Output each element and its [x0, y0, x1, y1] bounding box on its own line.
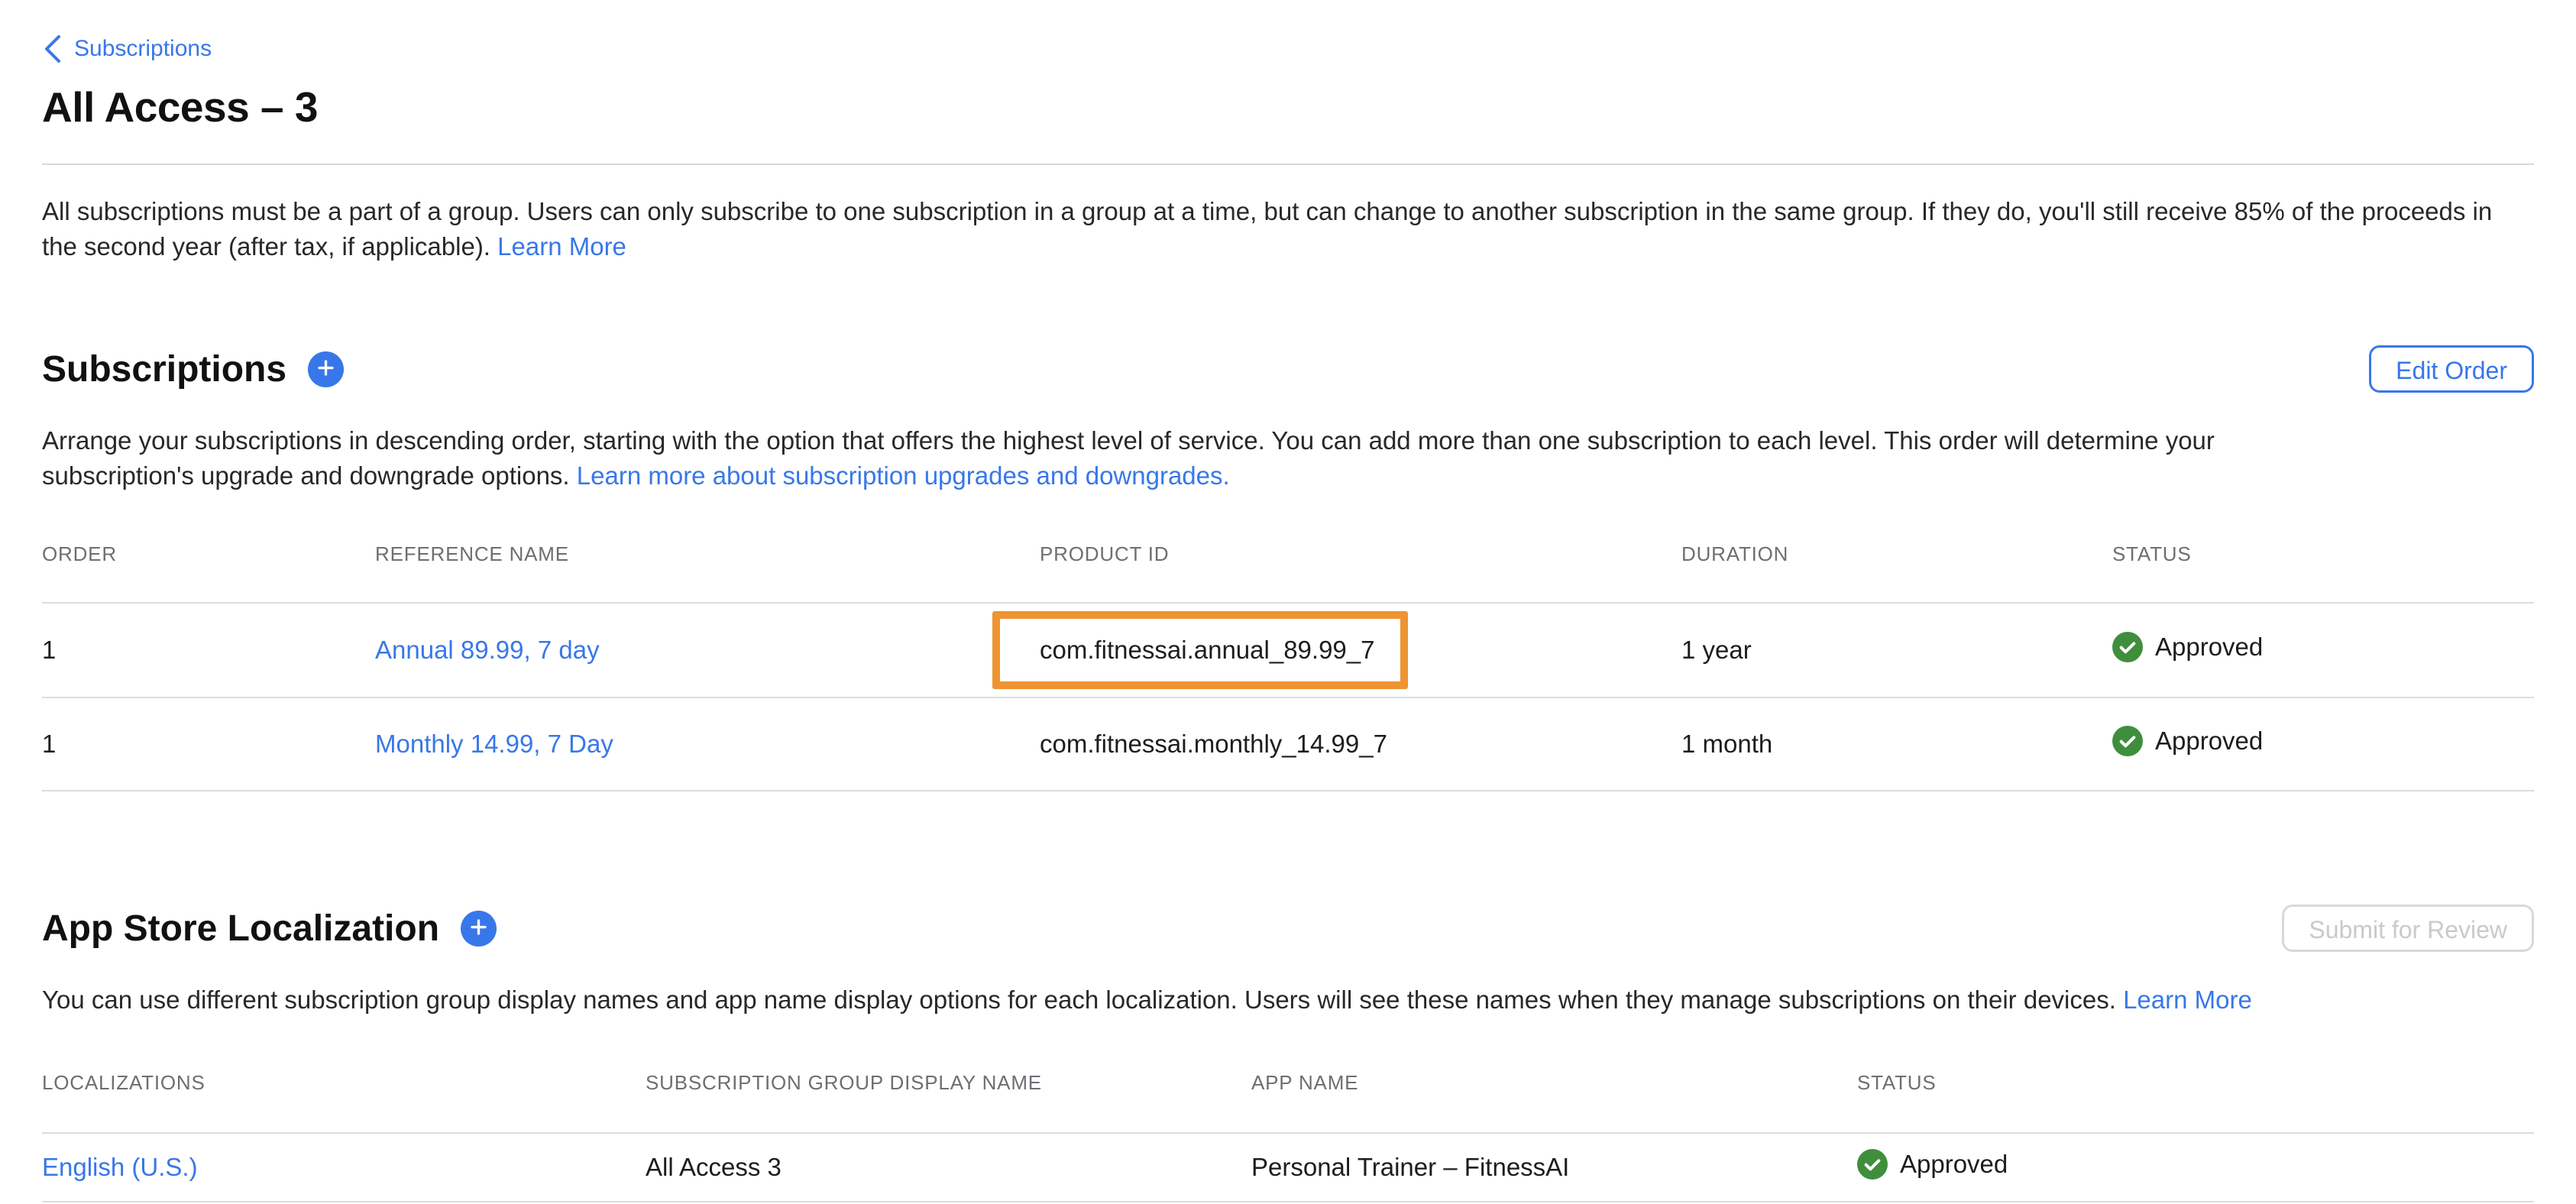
submit-for-review-button[interactable]: Submit for Review — [2282, 905, 2534, 952]
subscriptions-section-header: Subscriptions Edit Order — [42, 345, 2534, 393]
status-label: Approved — [2155, 727, 2263, 756]
plus-icon — [316, 358, 336, 380]
display-name-cell: All Access 3 — [646, 1153, 1251, 1182]
app-name-cell: Personal Trainer – FitnessAI — [1251, 1153, 1857, 1182]
intro-text: All subscriptions must be a part of a gr… — [42, 197, 2492, 261]
duration-cell: 1 month — [1681, 730, 2112, 759]
status-cell: Approved — [2112, 632, 2534, 668]
plus-icon — [468, 917, 489, 940]
subscriptions-table: ORDER REFERENCE NAME PRODUCT ID DURATION… — [42, 542, 2534, 791]
status-cell: Approved — [1857, 1149, 2534, 1186]
column-header-display-name: SUBSCRIPTION GROUP DISPLAY NAME — [646, 1071, 1251, 1095]
subscriptions-heading: Subscriptions — [42, 348, 286, 390]
column-header-status: STATUS — [2112, 542, 2534, 566]
approved-check-icon — [2112, 726, 2143, 756]
status-label: Approved — [2155, 633, 2263, 662]
reference-name-link[interactable]: Monthly 14.99, 7 Day — [375, 730, 613, 758]
product-id-highlight-box: com.fitnessai.annual_89.99_7 — [992, 611, 1408, 689]
status-badge: Approved — [2112, 726, 2263, 756]
reference-name-cell: Monthly 14.99, 7 Day — [375, 730, 1040, 759]
localization-cell: English (U.S.) — [42, 1153, 646, 1182]
status-cell: Approved — [2112, 726, 2534, 762]
edit-order-button[interactable]: Edit Order — [2369, 345, 2534, 393]
localization-table: LOCALIZATIONS SUBSCRIPTION GROUP DISPLAY… — [42, 1071, 2534, 1202]
status-badge: Approved — [2112, 632, 2263, 662]
localization-learn-more-link[interactable]: Learn More — [2123, 986, 2252, 1014]
breadcrumb-subscriptions-link[interactable]: Subscriptions — [74, 36, 212, 62]
localization-table-header: LOCALIZATIONS SUBSCRIPTION GROUP DISPLAY… — [42, 1071, 2534, 1132]
table-row: 1 Annual 89.99, 7 day com.fitnessai.annu… — [42, 602, 2534, 697]
duration-cell: 1 year — [1681, 636, 2112, 665]
subscription-group-page: Subscriptions All Access – 3 All subscri… — [0, 34, 2576, 1202]
localization-heading: App Store Localization — [42, 908, 439, 950]
column-header-duration: DURATION — [1681, 542, 2112, 566]
column-header-localizations: LOCALIZATIONS — [42, 1071, 646, 1095]
table-row: 1 Monthly 14.99, 7 Day com.fitnessai.mon… — [42, 697, 2534, 791]
approved-check-icon — [2112, 632, 2143, 662]
breadcrumb: Subscriptions — [42, 34, 2534, 64]
column-header-reference-name: REFERENCE NAME — [375, 542, 1040, 566]
back-chevron-icon[interactable] — [42, 34, 62, 64]
column-header-product-id: PRODUCT ID — [1040, 542, 1681, 566]
title-divider — [42, 163, 2534, 165]
localization-section-header: App Store Localization Submit for Review — [42, 905, 2534, 952]
subscriptions-description: Arrange your subscriptions in descending… — [42, 423, 2326, 494]
product-id-cell: com.fitnessai.annual_89.99_7 — [1040, 611, 1681, 689]
order-cell: 1 — [42, 730, 375, 759]
approved-check-icon — [1857, 1149, 1888, 1180]
column-header-status: STATUS — [1857, 1071, 2534, 1095]
order-cell: 1 — [42, 636, 375, 665]
localization-description-text: You can use different subscription group… — [42, 986, 2123, 1014]
upgrades-downgrades-link[interactable]: Learn more about subscription upgrades a… — [577, 461, 1230, 490]
localization-link[interactable]: English (U.S.) — [42, 1153, 198, 1181]
status-label: Approved — [1900, 1150, 2008, 1179]
group-intro-text: All subscriptions must be a part of a gr… — [42, 194, 2521, 264]
product-id-cell: com.fitnessai.monthly_14.99_7 — [1040, 730, 1681, 759]
table-row: English (U.S.) All Access 3 Personal Tra… — [42, 1132, 2534, 1202]
subscriptions-table-header: ORDER REFERENCE NAME PRODUCT ID DURATION… — [42, 542, 2534, 602]
localization-description: You can use different subscription group… — [42, 982, 2521, 1018]
column-header-order: ORDER — [42, 542, 375, 566]
product-id-value: com.fitnessai.annual_89.99_7 — [1040, 636, 1374, 665]
page-title: All Access – 3 — [42, 83, 2534, 131]
status-badge: Approved — [1857, 1149, 2008, 1180]
intro-learn-more-link[interactable]: Learn More — [497, 232, 626, 261]
reference-name-link[interactable]: Annual 89.99, 7 day — [375, 636, 600, 664]
add-localization-button[interactable] — [461, 911, 497, 947]
column-header-app-name: APP NAME — [1251, 1071, 1857, 1095]
reference-name-cell: Annual 89.99, 7 day — [375, 636, 1040, 665]
add-subscription-button[interactable] — [308, 351, 344, 387]
